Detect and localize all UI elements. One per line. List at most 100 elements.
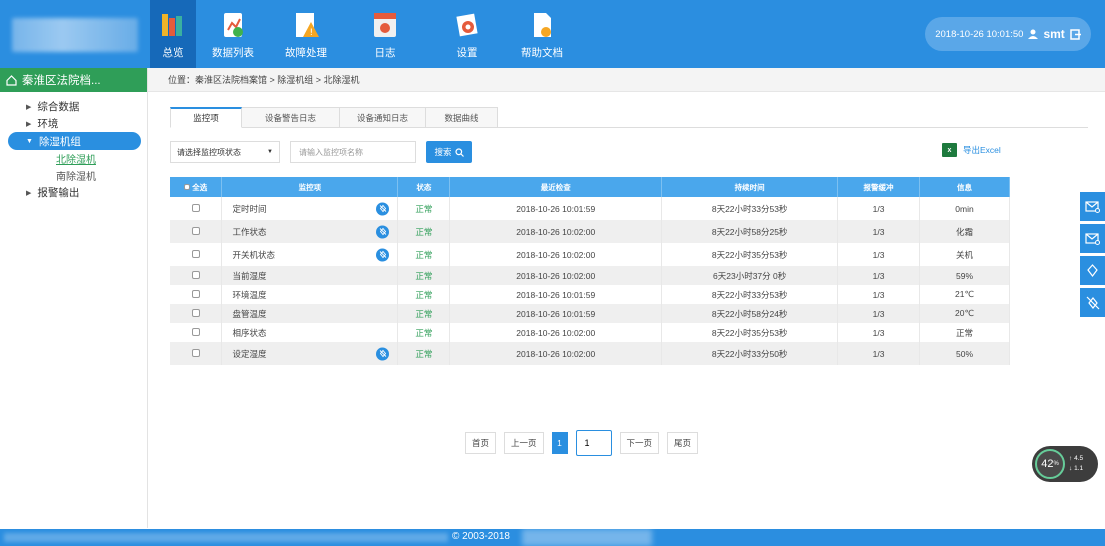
- current-page[interactable]: 1: [551, 432, 568, 454]
- row-checkbox[interactable]: [191, 348, 200, 357]
- footer-blurred-logo: [522, 529, 652, 546]
- cell-alarm-buffer: 1/3: [837, 220, 921, 243]
- row-checkbox-cell[interactable]: [170, 243, 223, 266]
- table-row[interactable]: 设定湿度 正常 2018-10-26 10:02:00 8天22小时33分50秒 1/3…: [170, 342, 1010, 365]
- bell-button[interactable]: [1080, 256, 1105, 285]
- col-header-last-check: 最近检查: [449, 177, 663, 197]
- row-checkbox-cell[interactable]: [170, 266, 223, 285]
- sidebar-title[interactable]: 秦淮区法院档...: [0, 68, 147, 92]
- next-page-button[interactable]: 下一页: [619, 432, 660, 454]
- cell-item-name: 盘管温度: [221, 304, 399, 323]
- cell-info: 50%: [919, 342, 1010, 365]
- col-header-status: 状态: [397, 177, 451, 197]
- dropdown-caret-icon: ▼: [267, 149, 273, 155]
- row-checkbox[interactable]: [191, 203, 200, 212]
- mute-alarm-icon[interactable]: [376, 202, 390, 215]
- cell-status: 正常: [397, 342, 451, 365]
- cell-duration: 8天22小时33分50秒: [661, 342, 839, 365]
- row-checkbox-cell[interactable]: [170, 342, 223, 365]
- row-checkbox[interactable]: [191, 226, 200, 235]
- row-checkbox[interactable]: [191, 289, 200, 298]
- tab-monitor-items[interactable]: 监控项: [170, 107, 242, 128]
- search-button[interactable]: 搜索: [426, 141, 472, 163]
- select-all-checkbox[interactable]: [184, 183, 191, 190]
- status-select[interactable]: 请选择监控项状态 ▼: [170, 141, 280, 163]
- row-checkbox-cell[interactable]: [170, 220, 223, 243]
- row-checkbox[interactable]: [191, 270, 200, 279]
- cell-alarm-buffer: 1/3: [837, 285, 921, 304]
- sidebar-tree: ▶ 综合数据 ▶ 环境 ▼ 除湿机组 北除湿机 南除湿机 ▶ 报警输出: [0, 92, 147, 201]
- cell-status: 正常: [397, 220, 451, 243]
- sidebar-item-overview-data[interactable]: ▶ 综合数据: [0, 98, 147, 115]
- row-checkbox[interactable]: [191, 327, 200, 336]
- chart-doc-icon: [224, 13, 243, 37]
- nav-data-list[interactable]: 数据列表: [196, 0, 270, 68]
- table-row[interactable]: 环境温度 正常 2018-10-26 10:01:59 8天22小时33分53秒 1/3…: [170, 285, 1010, 304]
- tab-warning-log[interactable]: 设备警告日志: [242, 107, 340, 128]
- page-jump-input[interactable]: [575, 430, 612, 456]
- nav-settings[interactable]: 设置: [428, 0, 506, 68]
- bell-icon: [1087, 264, 1098, 277]
- nav-help-docs[interactable]: 帮助文档: [506, 0, 578, 68]
- row-checkbox-cell[interactable]: [170, 197, 223, 220]
- cell-info: 化霜: [919, 220, 1010, 243]
- cell-alarm-buffer: 1/3: [837, 266, 921, 285]
- filter-toolbar: 请选择监控项状态 ▼ 搜索: [170, 141, 472, 163]
- row-checkbox-cell[interactable]: [170, 323, 223, 342]
- col-header-duration: 持续时间: [661, 177, 839, 197]
- nav-fault-handling[interactable]: ! 故障处理: [270, 0, 342, 68]
- last-page-button[interactable]: 尾页: [667, 432, 699, 454]
- export-excel-button[interactable]: x 导出Excel: [942, 143, 1001, 157]
- sidebar-item-dehumidifier-group[interactable]: ▼ 除湿机组: [8, 132, 141, 150]
- prev-page-button[interactable]: 上一页: [504, 432, 544, 454]
- mail-button[interactable]: [1080, 192, 1105, 221]
- mute-alarm-icon[interactable]: [376, 347, 390, 360]
- sidebar-item-alarm-output[interactable]: ▶ 报警输出: [0, 184, 147, 201]
- select-all-header[interactable]: 全选: [170, 177, 223, 197]
- svg-text:!: !: [310, 28, 314, 38]
- cell-item-name: 工作状态: [221, 220, 399, 243]
- main-nav: 总览 数据列表 ! 故障处理 日志 设置 帮助文档: [150, 0, 578, 68]
- nav-log[interactable]: 日志: [342, 0, 428, 68]
- logout-icon[interactable]: [1070, 28, 1081, 40]
- mute-alarm-icon[interactable]: [376, 248, 390, 261]
- table-row[interactable]: 相序状态 正常 2018-10-26 10:02:00 8天22小时35分53秒 1/3…: [170, 323, 1010, 342]
- row-checkbox[interactable]: [191, 308, 200, 317]
- footer: © 2003-2018: [0, 529, 1105, 546]
- sidebar-subitem-north[interactable]: 北除湿机: [0, 150, 147, 167]
- tab-data-curve[interactable]: 数据曲线: [426, 107, 498, 128]
- table-row[interactable]: 开关机状态 正常 2018-10-26 10:02:00 8天22小时35分53秒 1/…: [170, 243, 1010, 266]
- table-row[interactable]: 盘管温度 正常 2018-10-26 10:01:59 8天22小时58分24秒 1/3…: [170, 304, 1010, 323]
- mute-alarm-icon[interactable]: [376, 225, 390, 238]
- row-checkbox[interactable]: [191, 249, 200, 258]
- sidebar-subitem-south[interactable]: 南除湿机: [0, 167, 147, 184]
- home-icon: [6, 74, 17, 86]
- table-row[interactable]: 工作状态 正常 2018-10-26 10:02:00 8天22小时58分25秒 1/3…: [170, 220, 1010, 243]
- mail-gear-icon: [1085, 232, 1100, 245]
- cell-alarm-buffer: 1/3: [837, 243, 921, 266]
- search-input[interactable]: [290, 141, 416, 163]
- cell-duration: 8天22小时58分24秒: [661, 304, 839, 323]
- table-row[interactable]: 定时时间 正常 2018-10-26 10:01:59 8天22小时33分53秒 1/3…: [170, 197, 1010, 220]
- cell-last-check: 2018-10-26 10:02:00: [449, 220, 663, 243]
- row-checkbox-cell[interactable]: [170, 285, 223, 304]
- table-row[interactable]: 当前湿度 正常 2018-10-26 10:02:00 6天23小时37分 0秒 1/3…: [170, 266, 1010, 285]
- cell-last-check: 2018-10-26 10:01:59: [449, 197, 663, 220]
- row-checkbox-cell[interactable]: [170, 304, 223, 323]
- sidebar-item-environment[interactable]: ▶ 环境: [0, 115, 147, 132]
- sidebar: 秦淮区法院档... ▶ 综合数据 ▶ 环境 ▼ 除湿机组 北除湿机 南除湿机 ▶ 报警输…: [0, 68, 148, 528]
- mute-bell-button[interactable]: [1080, 288, 1105, 317]
- col-header-info: 信息: [919, 177, 1010, 197]
- tab-notice-log[interactable]: 设备通知日志: [340, 107, 426, 128]
- datetime: 2018-10-26 10:01:50: [935, 28, 1024, 40]
- first-page-button[interactable]: 首页: [465, 432, 497, 454]
- cell-info: 0min: [919, 197, 1010, 220]
- cell-last-check: 2018-10-26 10:02:00: [449, 323, 663, 342]
- cell-item-name: 环境温度: [221, 285, 399, 304]
- logo: [12, 18, 138, 52]
- nav-overview[interactable]: 总览: [150, 0, 196, 68]
- pagination: 首页 上一页 1 下一页 尾页: [465, 430, 699, 456]
- mail-settings-button[interactable]: [1080, 224, 1105, 253]
- cell-alarm-buffer: 1/3: [837, 304, 921, 323]
- network-speed-widget[interactable]: 42% ↑ 4.5 ↓ 1.1: [1032, 446, 1098, 482]
